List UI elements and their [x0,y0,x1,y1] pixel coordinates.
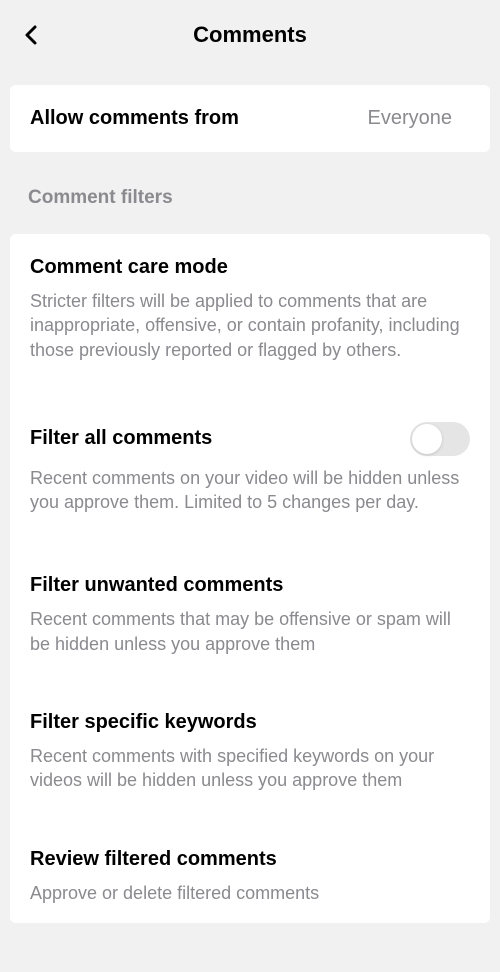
row-desc: Recent comments on your video will be hi… [30,466,470,515]
chevron-left-icon [20,23,44,47]
allow-comments-card: Allow comments from Everyone [10,85,490,152]
row-review-filtered-comments[interactable]: Review filtered comments Approve or dele… [10,826,490,923]
section-header-comment-filters: Comment filters [0,152,500,219]
chevron-right-icon [458,577,470,595]
chevron-right-icon [458,259,470,277]
chevron-right-icon [458,850,470,868]
header: Comments [0,0,500,70]
allow-comments-row[interactable]: Allow comments from Everyone [10,85,490,152]
row-comment-care-mode[interactable]: Comment care mode Stricter filters will … [10,234,490,380]
row-filter-all-comments: Filter all comments Recent comments on y… [10,400,490,533]
page-title: Comments [193,22,307,48]
row-desc: Stricter filters will be applied to comm… [30,289,470,362]
chevron-right-icon [458,714,470,732]
back-button[interactable] [18,21,46,49]
comment-filters-card: Comment care mode Stricter filters will … [10,234,490,923]
row-title: Comment care mode [30,256,228,279]
row-filter-unwanted-comments[interactable]: Filter unwanted comments Recent comments… [10,552,490,674]
toggle-knob [412,424,442,454]
allow-comments-value: Everyone [368,107,453,130]
filter-all-comments-toggle[interactable] [410,422,470,456]
row-title: Review filtered comments [30,848,277,871]
row-title: Filter all comments [30,427,212,450]
allow-comments-label: Allow comments from [30,107,368,130]
chevron-right-icon [458,110,470,128]
row-title: Filter unwanted comments [30,574,283,597]
row-desc: Recent comments that may be offensive or… [30,607,470,656]
row-desc: Recent comments with specified keywords … [30,744,470,793]
row-title: Filter specific keywords [30,711,257,734]
row-filter-specific-keywords[interactable]: Filter specific keywords Recent comments… [10,689,490,811]
row-desc: Approve or delete filtered comments [30,881,470,905]
